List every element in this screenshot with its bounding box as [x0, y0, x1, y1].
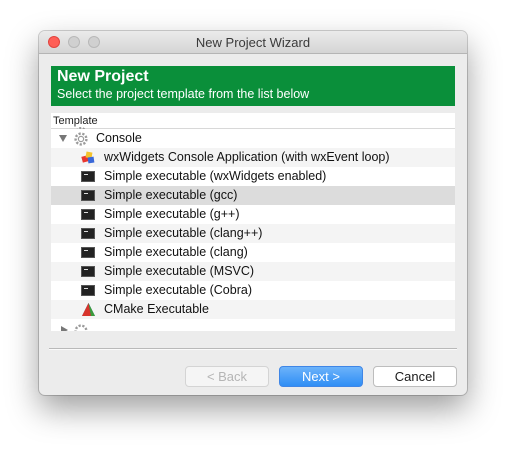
next-button[interactable]: Next >	[279, 366, 363, 387]
terminal-icon	[81, 228, 95, 239]
cancel-button[interactable]: Cancel	[373, 366, 457, 387]
list-item[interactable]: CMake Executable	[51, 300, 455, 319]
list-item-label: Simple executable (wxWidgets enabled)	[104, 169, 327, 183]
disclosure-triangle-icon[interactable]	[59, 135, 67, 142]
terminal-icon	[81, 285, 95, 296]
tree-group-partial	[51, 321, 455, 331]
new-project-wizard-window: New Project Wizard New Project Select th…	[39, 31, 467, 395]
list-item-label: Simple executable (gcc)	[104, 188, 238, 202]
terminal-icon	[81, 209, 95, 220]
title-bar[interactable]: New Project Wizard	[39, 31, 467, 54]
terminal-icon	[81, 190, 95, 201]
list-item[interactable]: Simple executable (MSVC)	[51, 262, 455, 281]
terminal-icon	[81, 266, 95, 277]
divider-highlight	[49, 349, 457, 350]
list-item[interactable]: Simple executable (Cobra)	[51, 281, 455, 300]
list-item[interactable]: Simple executable (wxWidgets enabled)	[51, 167, 455, 186]
wxwidgets-icon	[81, 151, 95, 164]
tree-group-console[interactable]: Console	[51, 129, 455, 148]
list-item[interactable]: wxWidgets Console Application (with wxEv…	[51, 148, 455, 167]
list-item-label: CMake Executable	[104, 302, 209, 316]
window-title: New Project Wizard	[195, 35, 311, 50]
template-list[interactable]: Template Console wxWidgets Console Appli…	[51, 113, 455, 331]
gear-icon	[74, 132, 88, 146]
cmake-icon	[82, 303, 95, 316]
terminal-icon	[81, 171, 95, 182]
list-item-label: Simple executable (g++)	[104, 207, 240, 221]
list-item-label: Simple executable (MSVC)	[104, 264, 255, 278]
gear-icon	[74, 324, 88, 331]
terminal-icon	[81, 247, 95, 258]
list-item-label: wxWidgets Console Application (with wxEv…	[104, 150, 390, 164]
banner-title: New Project	[57, 68, 149, 85]
list-item[interactable]: Simple executable (clang++)	[51, 224, 455, 243]
banner-subtitle: Select the project template from the lis…	[57, 87, 310, 101]
disclosure-triangle-icon	[61, 326, 68, 331]
list-item-selected[interactable]: Simple executable (gcc)	[51, 186, 455, 205]
back-button[interactable]: < Back	[185, 366, 269, 387]
list-item[interactable]: Simple executable (clang)	[51, 243, 455, 262]
group-label: Console	[96, 131, 142, 145]
list-item-label: Simple executable (Cobra)	[104, 283, 252, 297]
list-item-label: Simple executable (clang)	[104, 245, 248, 259]
wizard-banner: New Project Select the project template …	[51, 66, 455, 106]
list-item[interactable]: Simple executable (g++)	[51, 205, 455, 224]
list-item-label: Simple executable (clang++)	[104, 226, 263, 240]
